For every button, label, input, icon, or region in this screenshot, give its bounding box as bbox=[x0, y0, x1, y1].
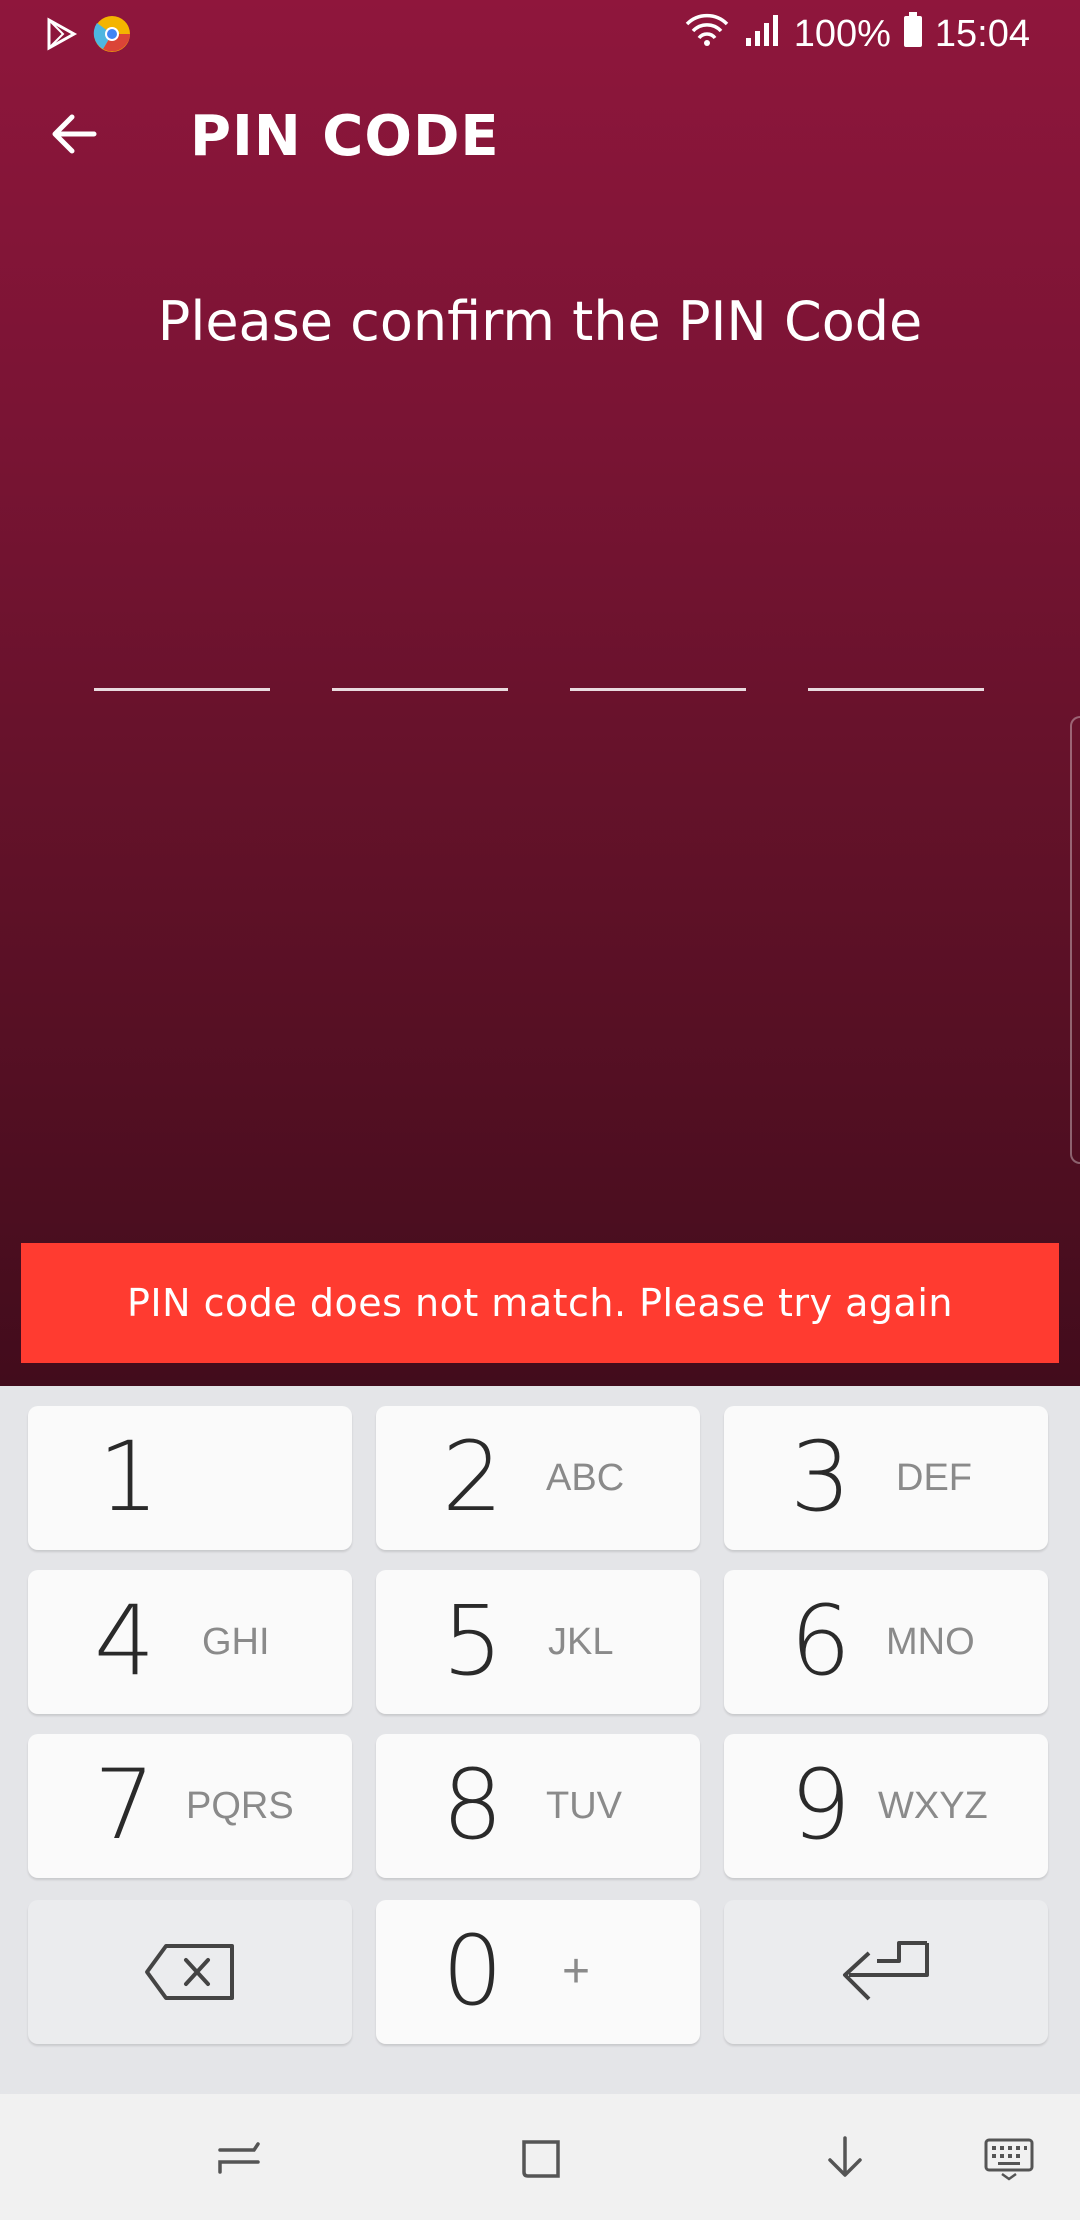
screen: 100% 15:04 PIN CODE Please confirm the P… bbox=[0, 0, 1080, 2220]
key-digit: 5 bbox=[442, 1585, 504, 1697]
pin-digit-slot bbox=[94, 688, 270, 691]
hide-keyboard-icon bbox=[828, 2136, 862, 2177]
key-1[interactable]: 1 bbox=[28, 1406, 352, 1550]
recent-apps-button[interactable] bbox=[206, 2124, 272, 2190]
error-message: PIN code does not match. Please try agai… bbox=[127, 1281, 953, 1325]
backspace-icon bbox=[145, 1944, 234, 2000]
edge-panel-handle[interactable] bbox=[1070, 716, 1080, 1164]
numeric-keypad: 1 2 ABC 3 DEF 4 GHI 5 JKL 6 MNO 7 PQRS 8 bbox=[0, 1386, 1080, 2094]
pin-digit-slot bbox=[570, 688, 746, 691]
app-background bbox=[0, 0, 1080, 1386]
key-9[interactable]: 9 WXYZ bbox=[724, 1734, 1048, 1878]
confirm-prompt: Please confirm the PIN Code bbox=[157, 290, 923, 353]
key-letters: TUV bbox=[546, 1785, 622, 1827]
key-digit: 6 bbox=[790, 1585, 852, 1697]
pin-digit-slot bbox=[332, 688, 508, 691]
status-bar: 100% 15:04 bbox=[0, 0, 1080, 66]
arrow-back-icon bbox=[52, 114, 97, 154]
key-letters: + bbox=[562, 1945, 591, 1998]
key-4[interactable]: 4 GHI bbox=[28, 1570, 352, 1714]
key-0[interactable]: 0 + bbox=[376, 1900, 700, 2044]
key-digit: 3 bbox=[790, 1421, 852, 1533]
page-title: PIN CODE bbox=[190, 104, 500, 169]
key-letters: MNO bbox=[886, 1621, 975, 1663]
key-digit: 0 bbox=[442, 1915, 504, 2027]
home-icon bbox=[522, 2140, 560, 2178]
pin-input[interactable] bbox=[94, 688, 984, 692]
key-letters: PQRS bbox=[186, 1785, 294, 1827]
key-5[interactable]: 5 JKL bbox=[376, 1570, 700, 1714]
key-2[interactable]: 2 ABC bbox=[376, 1406, 700, 1550]
key-7[interactable]: 7 PQRS bbox=[28, 1734, 352, 1878]
key-digit: 8 bbox=[442, 1749, 504, 1861]
key-8[interactable]: 8 TUV bbox=[376, 1734, 700, 1878]
battery-percent: 100% bbox=[793, 13, 891, 55]
play-store-icon bbox=[44, 17, 78, 60]
enter-icon bbox=[843, 1941, 929, 2001]
signal-icon bbox=[742, 12, 782, 57]
wifi-icon bbox=[684, 12, 730, 57]
key-digit: 9 bbox=[790, 1749, 852, 1861]
enter-button[interactable] bbox=[724, 1900, 1048, 2044]
keyboard-switch-icon bbox=[984, 2138, 1034, 2181]
backspace-button[interactable] bbox=[28, 1900, 352, 2044]
pin-digit-slot bbox=[808, 688, 984, 691]
key-digit: 4 bbox=[94, 1585, 156, 1697]
back-button[interactable] bbox=[44, 104, 104, 164]
key-letters: GHI bbox=[202, 1621, 270, 1663]
navigation-bar bbox=[0, 2094, 1080, 2220]
key-letters: WXYZ bbox=[878, 1785, 988, 1827]
key-letters: DEF bbox=[896, 1457, 972, 1499]
keyboard-switch-button[interactable] bbox=[976, 2124, 1042, 2190]
key-letters: JKL bbox=[548, 1621, 614, 1663]
key-digit: 7 bbox=[94, 1749, 156, 1861]
clock: 15:04 bbox=[934, 13, 1030, 55]
error-snackbar: PIN code does not match. Please try agai… bbox=[21, 1243, 1059, 1363]
key-letters: ABC bbox=[546, 1457, 625, 1499]
chrome-icon bbox=[92, 14, 132, 63]
key-6[interactable]: 6 MNO bbox=[724, 1570, 1048, 1714]
home-button[interactable] bbox=[508, 2124, 574, 2190]
key-digit: 1 bbox=[98, 1421, 160, 1533]
key-digit: 2 bbox=[442, 1421, 504, 1533]
key-3[interactable]: 3 DEF bbox=[724, 1406, 1048, 1550]
hide-keyboard-button[interactable] bbox=[812, 2124, 878, 2190]
recent-apps-icon bbox=[218, 2142, 260, 2174]
battery-icon bbox=[903, 12, 923, 57]
